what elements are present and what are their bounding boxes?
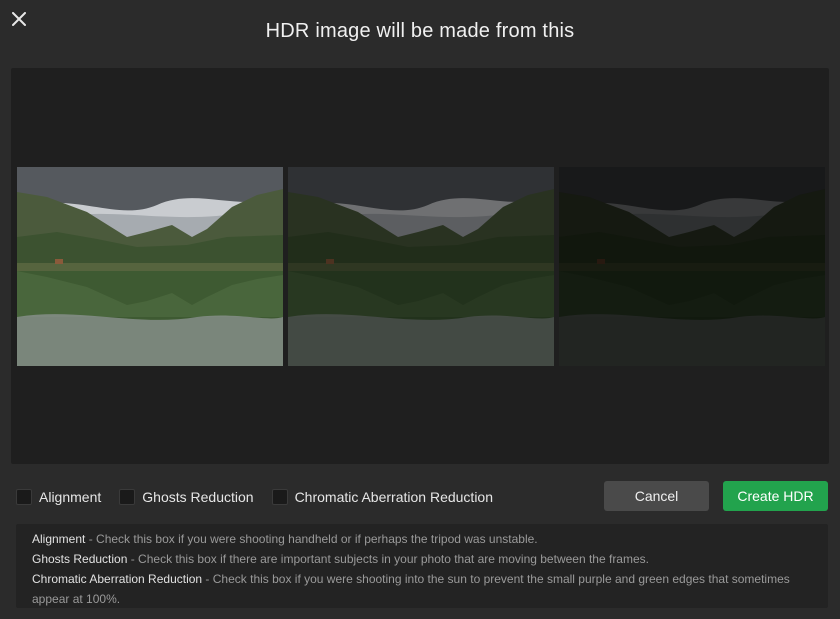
help-alignment: Alignment - Check this box if you were s… [32, 529, 812, 549]
landscape-image [288, 167, 554, 366]
help-chromatic-aberration: Chromatic Aberration Reduction - Check t… [32, 569, 812, 609]
thumbnail-exposure-dark [559, 167, 825, 366]
landscape-image [559, 167, 825, 366]
ghosts-reduction-checkbox[interactable] [119, 489, 136, 505]
help-term: Chromatic Aberration Reduction [32, 572, 203, 586]
dialog-title: HDR image will be made from this [265, 20, 575, 42]
alignment-label: Alignment [39, 489, 102, 505]
thumbnail-exposure-under [288, 167, 554, 366]
help-panel: Alignment - Check this box if you were s… [16, 524, 828, 608]
help-ghosts-reduction: Ghosts Reduction - Check this box if the… [32, 549, 812, 569]
help-term: Ghosts Reduction [32, 552, 128, 566]
alignment-checkbox[interactable] [16, 489, 32, 505]
preview-panel [11, 68, 829, 464]
help-text: - Check this box if there are important … [127, 552, 649, 566]
help-term: Alignment [32, 532, 86, 546]
create-hdr-button[interactable]: Create HDR [723, 481, 828, 511]
options-row: Alignment Ghosts Reduction Chromatic Abe… [16, 487, 511, 507]
ghosts-reduction-option[interactable]: Ghosts Reduction [119, 489, 254, 505]
alignment-option[interactable]: Alignment [16, 489, 101, 505]
chromatic-aberration-label: Chromatic Aberration Reduction [294, 489, 493, 505]
thumbnail-exposure-normal [17, 167, 283, 366]
chromatic-aberration-option[interactable]: Chromatic Aberration Reduction [271, 489, 493, 505]
cancel-button[interactable]: Cancel [604, 481, 709, 511]
chromatic-aberration-checkbox[interactable] [271, 489, 288, 505]
ghosts-reduction-label: Ghosts Reduction [142, 489, 254, 505]
help-text: - Check this box if you were shooting ha… [85, 532, 538, 546]
landscape-image [17, 167, 283, 366]
